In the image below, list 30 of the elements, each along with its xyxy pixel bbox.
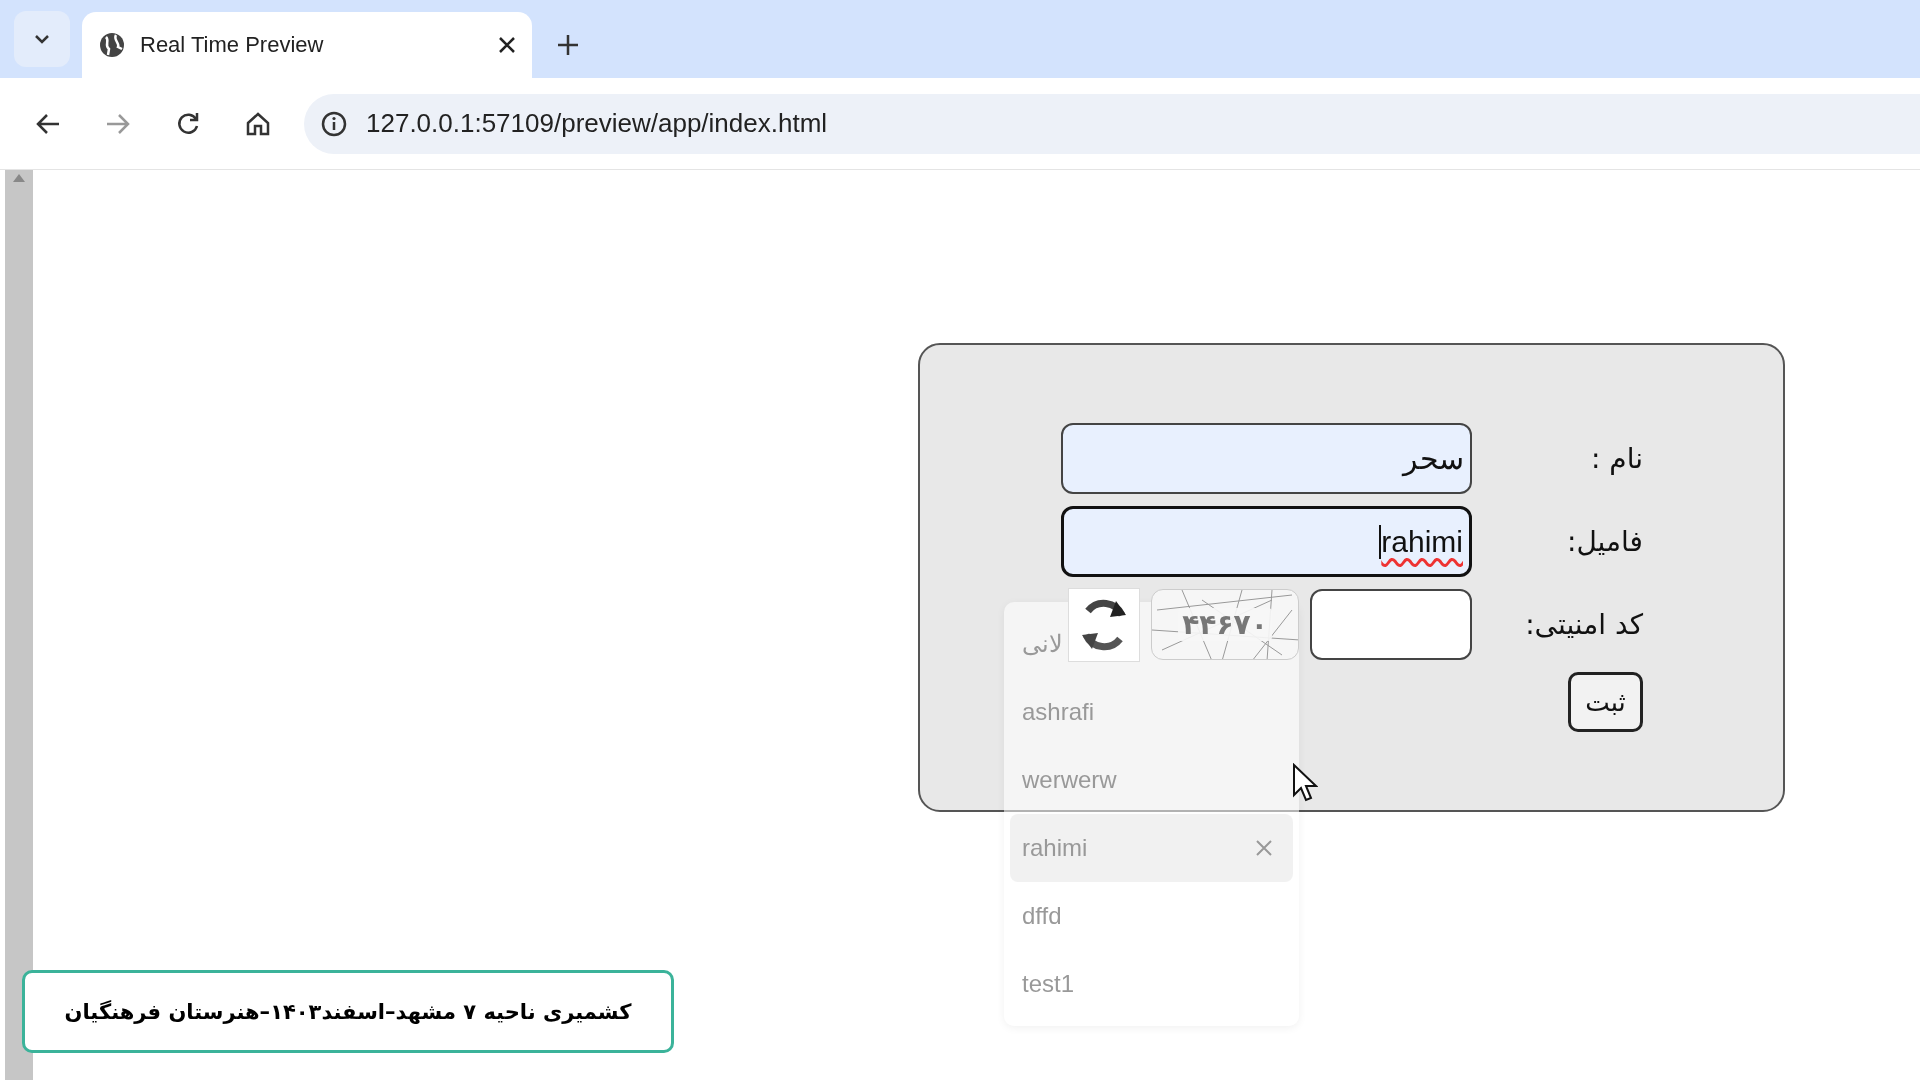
suggestion-item[interactable]: ashrafi (1010, 678, 1097, 746)
address-bar[interactable]: 127.0.0.1:57109/preview/app/index.html (304, 93, 1920, 154)
suggestion-item[interactable]: لانی (1010, 610, 1065, 678)
forward-arrow-icon (105, 111, 131, 136)
refresh-button[interactable] (1068, 587, 1140, 662)
field-label: نام : (1590, 441, 1643, 477)
home-icon (245, 110, 271, 137)
footer-banner: کشمیری ناحیه ۷ مشهد–اسفند۱۴۰۳–هنرستان فرهنگیان (22, 970, 674, 1053)
info-icon[interactable] (320, 109, 348, 138)
captcha-image: ۴۴۶۷۰ (1151, 589, 1299, 660)
scrollbar[interactable] (5, 170, 33, 1080)
url-text: 127.0.0.1:57109/preview/app/index.html (366, 108, 828, 139)
reload-icon (175, 110, 201, 137)
captcha-input-field[interactable] (1310, 589, 1472, 660)
globe-icon (98, 31, 126, 59)
suggestion-item[interactable]: dffd (1010, 882, 1064, 950)
back-arrow-icon (35, 111, 61, 136)
input-field[interactable]: rahimi (1061, 506, 1472, 577)
suggestion-item[interactable]: rahimi (1010, 814, 1293, 882)
suggestion-item[interactable]: test1 (1010, 950, 1077, 1018)
close-icon[interactable] (498, 36, 516, 54)
suggestion-item[interactable]: werwerw (1010, 746, 1119, 814)
browser-tab[interactable]: Real Time Preview (82, 12, 532, 78)
field-label: فامیل: (1566, 524, 1643, 560)
submit-button[interactable]: ثبت (1568, 672, 1643, 732)
mouse-pointer-icon (1292, 763, 1318, 803)
tab-title: Real Time Preview (140, 32, 325, 58)
input-field[interactable]: سحر (1061, 423, 1472, 494)
plus-icon (557, 34, 579, 56)
field-label: کد امنیتی: (1524, 607, 1643, 643)
